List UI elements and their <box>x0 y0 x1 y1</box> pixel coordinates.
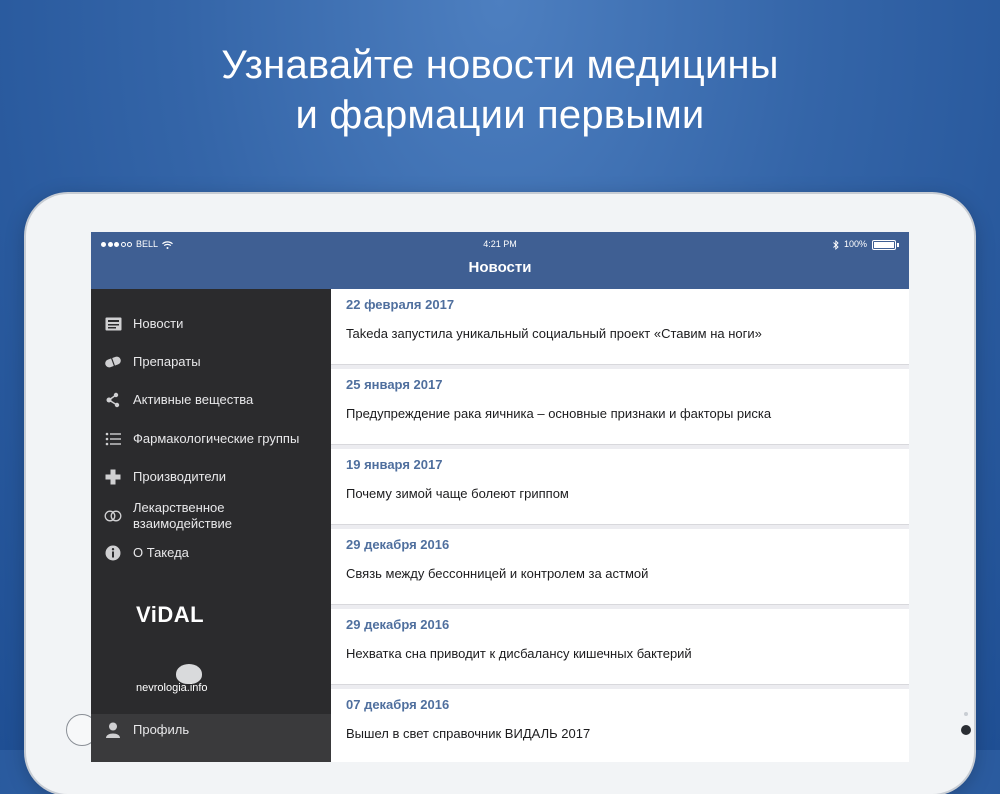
news-item[interactable]: 22 февраля 2017 Takeda запустила уникаль… <box>331 289 909 365</box>
headline-line-1: Узнавайте новости медицины <box>221 43 779 87</box>
news-date: 25 января 2017 <box>346 377 443 392</box>
news-date: 29 декабря 2016 <box>346 537 450 552</box>
sidebar-item-about-takeda[interactable]: О Такеда <box>91 544 331 562</box>
headline-line-2: и фармации первыми <box>295 93 705 137</box>
sidebar-item-label: Новости <box>133 316 184 331</box>
clock: 4:21 PM <box>483 239 517 249</box>
sidebar-item-profile[interactable]: Профиль <box>91 714 331 762</box>
person-icon <box>104 721 122 739</box>
news-title: Takeda запустила уникальный социальный п… <box>346 326 762 341</box>
news-icon <box>104 315 122 333</box>
sidebar-item-label: Профиль <box>133 722 190 737</box>
sensor-dot <box>964 712 968 716</box>
sidebar-item-active-substances[interactable]: Активные вещества <box>91 391 331 409</box>
battery-percent: 100% <box>843 239 867 249</box>
sidebar-item-label: О Такеда <box>133 545 189 560</box>
interaction-rings-icon <box>104 507 122 525</box>
news-date: 19 января 2017 <box>346 457 443 472</box>
vidal-logo[interactable]: ViDAL <box>136 602 204 628</box>
list-icon <box>104 430 122 448</box>
news-date: 22 февраля 2017 <box>346 297 455 312</box>
sidebar-item-drugs[interactable]: Препараты <box>91 353 331 371</box>
sidebar-item-interactions[interactable]: Лекарственное взаимодействие <box>91 499 331 533</box>
sidebar: Новости Препараты Активные вещества Фарм… <box>91 289 331 762</box>
sidebar-item-label: Активные вещества <box>133 392 254 407</box>
sidebar-item-label: Лекарственное взаимодействие <box>133 500 233 531</box>
info-icon <box>104 544 122 562</box>
sidebar-item-manufacturers[interactable]: Производители <box>91 468 331 486</box>
pill-icon <box>104 353 122 371</box>
battery-icon <box>872 239 896 250</box>
profile-row: Профиль <box>91 721 331 739</box>
news-title: Почему зимой чаще болеют гриппом <box>346 486 569 501</box>
sidebar-item-label: Фармакологические группы <box>133 431 300 446</box>
plus-icon <box>104 468 122 486</box>
sidebar-item-pharm-groups[interactable]: Фармакологические группы <box>91 422 331 456</box>
news-item[interactable]: 29 декабря 2016 Связь между бессонницей … <box>331 529 909 605</box>
news-item[interactable]: 25 января 2017 Предупреждение рака яични… <box>331 369 909 445</box>
page-title: Новости <box>468 259 532 276</box>
battery-tip <box>897 242 899 247</box>
bluetooth-icon <box>833 239 839 250</box>
news-item[interactable]: 07 декабря 2016 Вышел в свет справочник … <box>331 689 909 762</box>
news-title: Связь между бессонницей и контролем за а… <box>346 566 649 581</box>
camera-lens <box>961 725 971 735</box>
sidebar-item-news[interactable]: Новости <box>91 315 331 333</box>
brain-icon <box>176 664 202 684</box>
news-title: Нехватка сна приводит к дисбалансу кишеч… <box>346 646 692 661</box>
news-title: Предупреждение рака яичника – основные п… <box>346 406 772 421</box>
status-right: 100% <box>833 239 899 250</box>
news-title: Вышел в свет справочник ВИДАЛЬ 2017 <box>346 726 591 741</box>
news-item[interactable]: 19 января 2017 Почему зимой чаще болеют … <box>331 449 909 525</box>
nevrologia-logo[interactable]: nevrologia.info <box>136 682 208 694</box>
app-screen: BELL 4:21 PM 100% Новости Новости Препар… <box>91 232 909 762</box>
top-bar: BELL 4:21 PM 100% Новости <box>91 232 909 289</box>
news-list: 22 февраля 2017 Takeda запустила уникаль… <box>331 289 909 762</box>
sidebar-item-label: Препараты <box>133 354 201 369</box>
headline: Узнавайте новости медицины и фармации пе… <box>0 40 1000 140</box>
news-date: 29 декабря 2016 <box>346 617 450 632</box>
molecule-icon <box>104 391 122 409</box>
news-date: 07 декабря 2016 <box>346 697 450 712</box>
sidebar-item-label: Производители <box>133 469 227 484</box>
news-item[interactable]: 29 декабря 2016 Нехватка сна приводит к … <box>331 609 909 685</box>
